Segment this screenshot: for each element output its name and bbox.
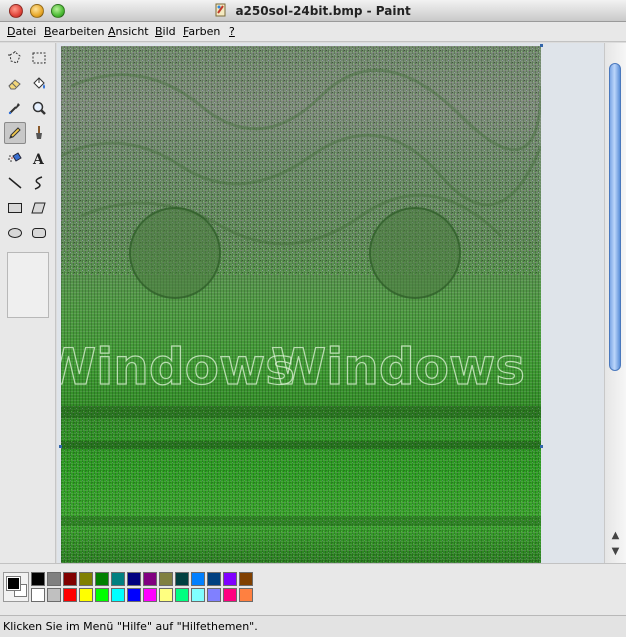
menu-bild[interactable]: Bild xyxy=(155,25,176,38)
palette-swatch[interactable] xyxy=(159,588,173,602)
eraser-icon[interactable] xyxy=(4,72,26,94)
status-bar: Klicken Sie im Menü "Hilfe" auf "Hilfeth… xyxy=(0,615,626,637)
palette-swatch[interactable] xyxy=(79,588,93,602)
fill-bucket-icon[interactable] xyxy=(28,72,50,94)
palette-swatch[interactable] xyxy=(191,572,205,586)
canvas-watermark-left: Windows xyxy=(61,338,295,396)
rectangle-icon[interactable] xyxy=(4,197,26,219)
tool-options-box[interactable] xyxy=(7,252,49,318)
scroll-up-arrow-icon[interactable]: ▲ xyxy=(605,530,626,546)
title-bar: a250sol-24bit.bmp - Paint xyxy=(0,0,626,22)
palette-swatch[interactable] xyxy=(143,572,157,586)
palette-swatch[interactable] xyxy=(95,572,109,586)
palette-swatch[interactable] xyxy=(239,572,253,586)
menu-bar: Datei Bearbeiten Ansicht Bild Farben? xyxy=(0,22,626,42)
canvas-workspace: Windows Windows xyxy=(57,43,604,563)
palette-swatch[interactable] xyxy=(31,572,45,586)
palette-swatch[interactable] xyxy=(223,572,237,586)
color-picker-icon[interactable] xyxy=(4,97,26,119)
menu-farben[interactable]: Farben xyxy=(183,25,220,38)
palette-swatch[interactable] xyxy=(111,588,125,602)
rect-select-icon[interactable] xyxy=(28,47,50,69)
pencil-icon[interactable] xyxy=(4,122,26,144)
scrollbar-thumb[interactable] xyxy=(609,63,621,371)
paint-app-icon xyxy=(215,3,226,17)
status-text: Klicken Sie im Menü "Hilfe" auf "Hilfeth… xyxy=(3,620,258,633)
palette-swatch[interactable] xyxy=(143,588,157,602)
palette-swatch[interactable] xyxy=(159,572,173,586)
text-icon[interactable]: A xyxy=(28,147,50,169)
menu-bearbeiten[interactable]: Bearbeiten xyxy=(44,25,104,38)
canvas-resize-handle-right[interactable] xyxy=(540,445,543,448)
palette-swatch[interactable] xyxy=(127,588,141,602)
canvas-resize-handle-top-right[interactable] xyxy=(540,44,543,47)
airbrush-icon[interactable] xyxy=(4,147,26,169)
brush-icon[interactable] xyxy=(28,122,50,144)
palette-swatch[interactable] xyxy=(207,572,221,586)
color-palette xyxy=(0,563,626,615)
palette-swatch[interactable] xyxy=(111,572,125,586)
palette-swatch[interactable] xyxy=(63,572,77,586)
palette-swatch[interactable] xyxy=(79,572,93,586)
palette-swatch[interactable] xyxy=(239,588,253,602)
palette-swatch[interactable] xyxy=(63,588,77,602)
foreground-color[interactable] xyxy=(6,576,21,591)
menu-help[interactable]: ? xyxy=(229,25,235,38)
free-select-icon[interactable] xyxy=(4,47,26,69)
line-icon[interactable] xyxy=(4,172,26,194)
palette-swatch[interactable] xyxy=(31,588,45,602)
palette-swatch[interactable] xyxy=(207,588,221,602)
scroll-down-arrow-icon[interactable]: ▼ xyxy=(605,546,626,562)
ellipse-icon[interactable] xyxy=(4,222,26,244)
window-title: a250sol-24bit.bmp - Paint xyxy=(235,4,411,18)
menu-datei[interactable]: Datei xyxy=(7,25,36,38)
menu-ansicht[interactable]: Ansicht xyxy=(108,25,149,38)
rounded-rect-icon[interactable] xyxy=(28,222,50,244)
palette-swatch[interactable] xyxy=(47,572,61,586)
current-colors[interactable] xyxy=(3,572,29,602)
vertical-scrollbar[interactable]: ▲ ▼ xyxy=(604,43,626,563)
canvas-watermark-right: Windows xyxy=(271,338,525,396)
palette-swatch[interactable] xyxy=(175,588,189,602)
palette-swatch[interactable] xyxy=(175,572,189,586)
curve-icon[interactable] xyxy=(28,172,50,194)
palette-swatch[interactable] xyxy=(95,588,109,602)
toolbox: A xyxy=(0,43,56,563)
palette-swatch[interactable] xyxy=(223,588,237,602)
palette-swatch[interactable] xyxy=(191,588,205,602)
palette-swatch[interactable] xyxy=(47,588,61,602)
canvas-resize-handle-left[interactable] xyxy=(59,445,62,448)
drawing-canvas[interactable]: Windows Windows xyxy=(61,46,541,563)
magnifier-icon[interactable] xyxy=(28,97,50,119)
svg-text:A: A xyxy=(32,152,45,166)
canvas-image: Windows Windows xyxy=(61,46,541,563)
palette-swatch[interactable] xyxy=(127,572,141,586)
polygon-icon[interactable] xyxy=(28,197,50,219)
